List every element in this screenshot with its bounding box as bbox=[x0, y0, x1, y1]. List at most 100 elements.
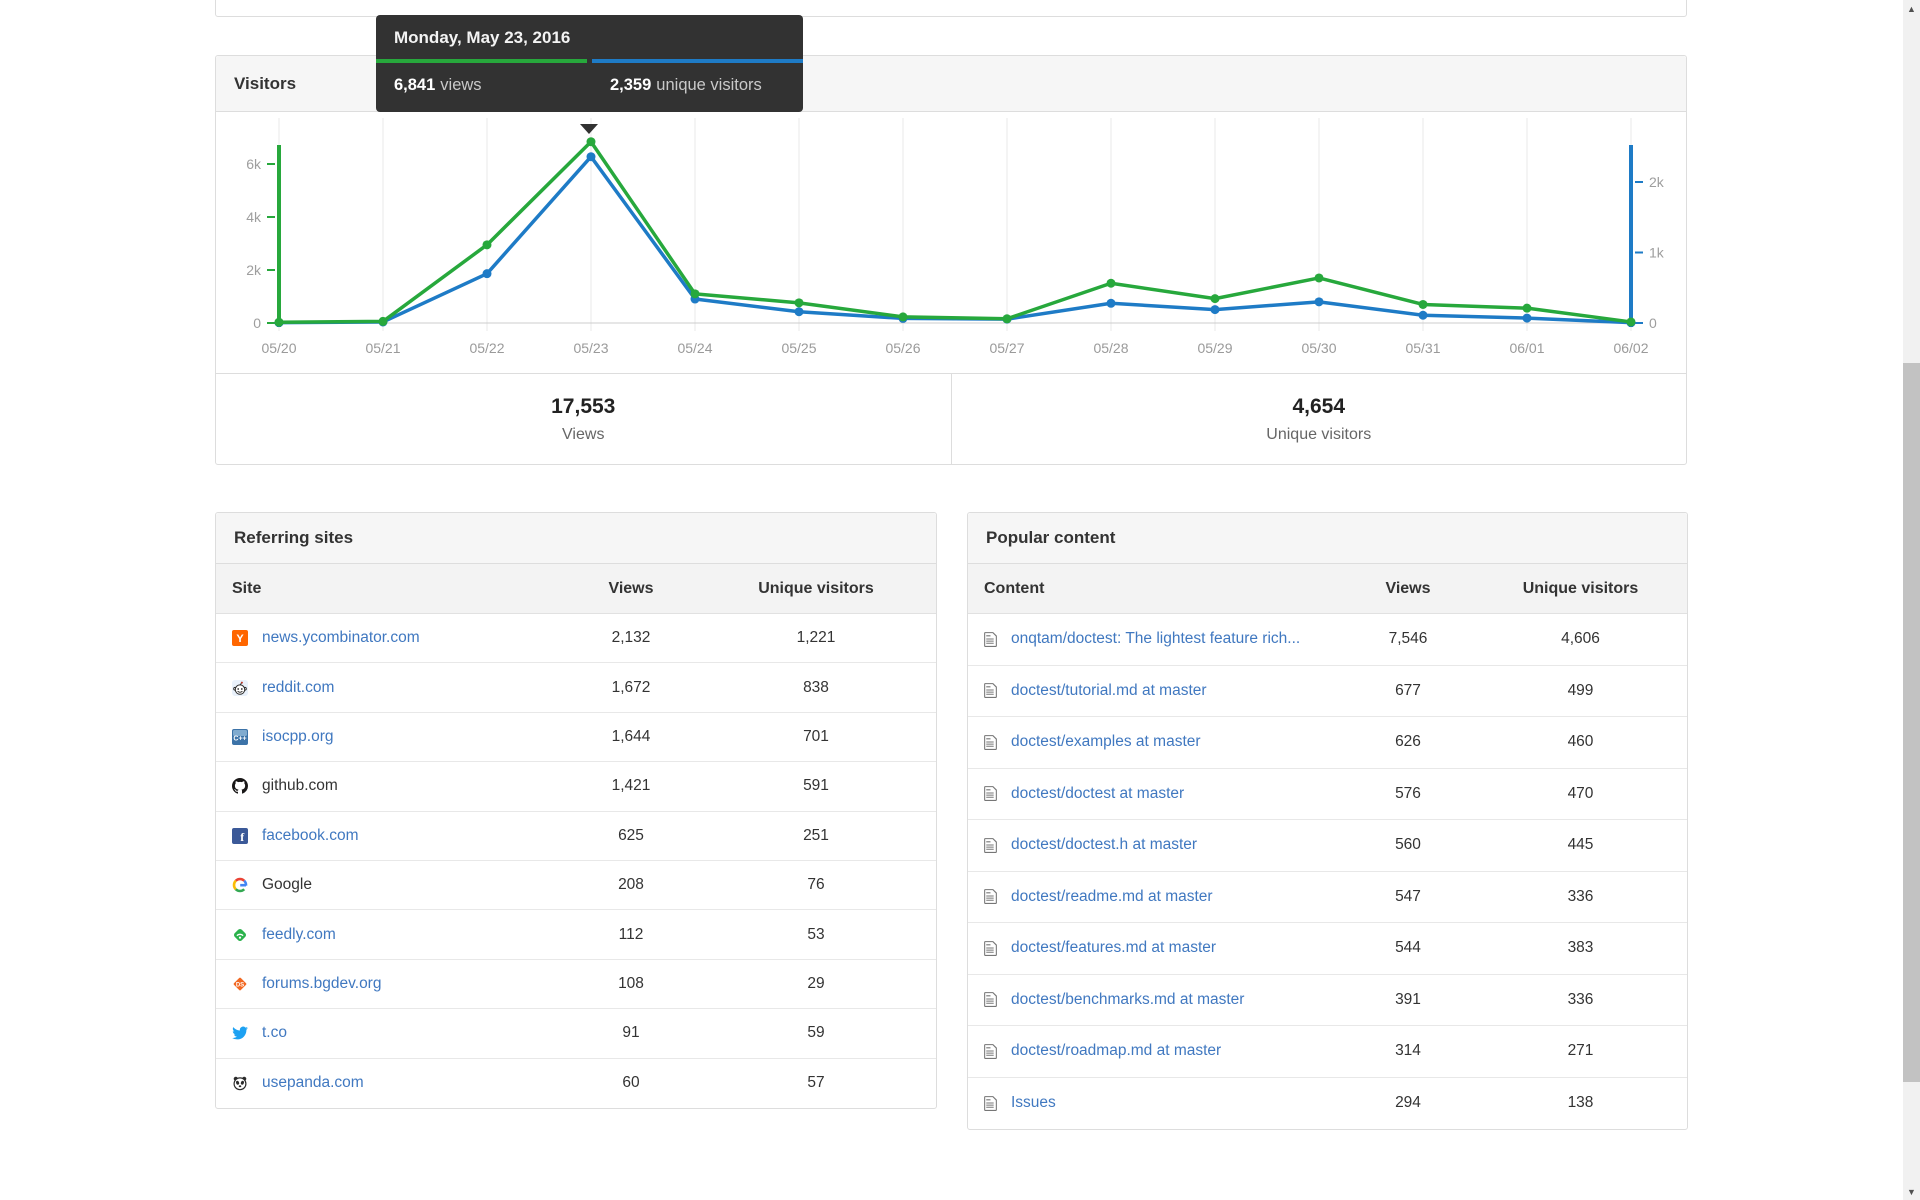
column-header-views: Views bbox=[1385, 579, 1431, 597]
referring-site-link[interactable]: facebook.com bbox=[262, 827, 359, 845]
referring-site-cell: Ynews.ycombinator.com bbox=[216, 629, 556, 647]
unique-visitors-series bbox=[274, 152, 1636, 328]
svg-text:06/02: 06/02 bbox=[1613, 340, 1648, 356]
popular-content-panel: Popular content Content Views Unique vis… bbox=[967, 512, 1688, 1130]
referring-site-cell: Google bbox=[216, 876, 556, 894]
svg-text:0: 0 bbox=[1649, 315, 1657, 331]
visitors-chart[interactable]: 0 2k 4k 6k 0 1k 2k 05/20 05/21 05/22 05/23 05/24 05/… bbox=[216, 113, 1686, 376]
referring-site-link[interactable]: usepanda.com bbox=[262, 1074, 364, 1092]
tooltip-date: Monday, May 23, 2016 bbox=[394, 28, 571, 47]
views-point[interactable] bbox=[586, 137, 596, 147]
popular-content-cell: doctest/roadmap.md at master bbox=[968, 1042, 1338, 1060]
referring-views-value: 1,644 bbox=[611, 727, 651, 745]
views-point[interactable] bbox=[1418, 299, 1428, 309]
views-point[interactable] bbox=[1522, 303, 1532, 313]
tooltip-caret-icon bbox=[580, 124, 598, 134]
referring-site-name: github.com bbox=[262, 777, 338, 795]
popular-content-cell: doctest/readme.md at master bbox=[968, 888, 1338, 906]
views-point[interactable] bbox=[378, 316, 388, 326]
file-icon bbox=[984, 940, 997, 957]
tooltip-stats: 6,841 views 2,359 unique visitors bbox=[376, 59, 803, 112]
unique-visitors-point[interactable] bbox=[1314, 297, 1324, 307]
views-point[interactable] bbox=[274, 317, 284, 327]
hackernews-favicon: Y bbox=[232, 630, 248, 647]
referring-site-cell: reddit.com bbox=[216, 679, 556, 697]
views-point[interactable] bbox=[1626, 317, 1636, 327]
referring-sites-title: Referring sites bbox=[234, 528, 354, 547]
svg-text:6k: 6k bbox=[246, 156, 262, 172]
vertical-scrollbar[interactable]: ▲ ▼ bbox=[1903, 0, 1920, 1200]
referring-site-link[interactable]: feedly.com bbox=[262, 926, 336, 944]
tooltip-unique: 2,359 unique visitors bbox=[592, 59, 803, 112]
referring-unique-value: 76 bbox=[807, 876, 825, 894]
referring-sites-header-row: Site Views Unique visitors bbox=[216, 564, 936, 614]
popular-content-link[interactable]: doctest/readme.md at master bbox=[1011, 888, 1213, 906]
scroll-down-button[interactable]: ▼ bbox=[1903, 1183, 1920, 1200]
referring-unique-value: 57 bbox=[807, 1074, 825, 1092]
views-point[interactable] bbox=[1002, 314, 1012, 324]
svg-text:2k: 2k bbox=[1649, 174, 1665, 190]
popular-content-row: doctest/doctest.h at master 560 445 bbox=[968, 820, 1687, 872]
referring-site-row: Google 208 76 bbox=[216, 861, 936, 911]
svg-text:DS: DS bbox=[236, 982, 244, 988]
referring-site-row: usepanda.com 60 57 bbox=[216, 1059, 936, 1108]
file-icon bbox=[984, 837, 997, 854]
referring-views-value: 60 bbox=[622, 1074, 640, 1092]
popular-unique-value: 138 bbox=[1567, 1094, 1594, 1112]
column-header-content: Content bbox=[984, 579, 1045, 597]
column-header-unique-visitors: Unique visitors bbox=[1522, 579, 1639, 597]
unique-visitors-point[interactable] bbox=[1106, 298, 1116, 308]
popular-views-value: 7,546 bbox=[1388, 630, 1428, 648]
popular-views-value: 677 bbox=[1395, 681, 1421, 699]
popular-views-value: 391 bbox=[1395, 990, 1421, 1008]
views-point[interactable] bbox=[690, 289, 700, 299]
referring-site-link[interactable]: isocpp.org bbox=[262, 728, 334, 746]
unique-visitors-point[interactable] bbox=[1418, 310, 1428, 320]
views-point[interactable] bbox=[898, 312, 908, 322]
popular-content-row: doctest/benchmarks.md at master 391 336 bbox=[968, 975, 1687, 1026]
referring-site-cell: C++ isocpp.org bbox=[216, 728, 556, 746]
right-axis-unique-visitors: 0 1k 2k bbox=[1629, 145, 1665, 331]
popular-content-row: doctest/features.md at master 544 383 bbox=[968, 923, 1687, 975]
popular-content-link[interactable]: doctest/doctest.h at master bbox=[1011, 836, 1197, 854]
popular-content-row: doctest/tutorial.md at master 677 499 bbox=[968, 666, 1687, 717]
tooltip-unique-value: 2,359 bbox=[610, 76, 652, 94]
popular-content-cell: onqtam/doctest: The lightest feature ric… bbox=[968, 630, 1338, 648]
unique-visitors-point[interactable] bbox=[586, 152, 596, 162]
isocpp-favicon: C++ bbox=[232, 728, 248, 745]
visitors-title: Visitors bbox=[234, 73, 297, 93]
scrollbar-thumb[interactable] bbox=[1903, 363, 1920, 1082]
referring-site-cell: feedly.com bbox=[216, 926, 556, 944]
referring-site-link[interactable]: forums.bgdev.org bbox=[262, 975, 381, 993]
unique-visitors-point[interactable] bbox=[1210, 305, 1220, 315]
views-point[interactable] bbox=[1314, 273, 1324, 283]
popular-content-link[interactable]: onqtam/doctest: The lightest feature ric… bbox=[1011, 630, 1300, 648]
popular-content-link[interactable]: doctest/roadmap.md at master bbox=[1011, 1042, 1221, 1060]
file-icon bbox=[984, 1095, 997, 1112]
popular-content-link[interactable]: doctest/benchmarks.md at master bbox=[1011, 991, 1244, 1009]
popular-content-link[interactable]: doctest/doctest at master bbox=[1011, 785, 1184, 803]
views-point[interactable] bbox=[1106, 278, 1116, 288]
unique-visitors-point[interactable] bbox=[794, 307, 804, 317]
referring-unique-value: 701 bbox=[803, 727, 829, 745]
scroll-up-button[interactable]: ▲ bbox=[1903, 0, 1920, 17]
unique-visitors-point[interactable] bbox=[1522, 313, 1532, 323]
referring-site-link[interactable]: t.co bbox=[262, 1024, 287, 1042]
views-point[interactable] bbox=[1210, 294, 1220, 304]
referring-site-link[interactable]: reddit.com bbox=[262, 679, 334, 697]
views-point[interactable] bbox=[482, 240, 492, 250]
svg-text:Y: Y bbox=[236, 633, 244, 645]
github-favicon bbox=[232, 778, 248, 794]
unique-visitors-point[interactable] bbox=[482, 269, 492, 279]
popular-content-link[interactable]: Issues bbox=[1011, 1094, 1056, 1112]
popular-views-value: 314 bbox=[1395, 1042, 1421, 1060]
svg-text:C++: C++ bbox=[233, 735, 246, 742]
referring-site-link[interactable]: news.ycombinator.com bbox=[262, 629, 420, 647]
popular-unique-value: 383 bbox=[1567, 939, 1594, 957]
x-axis-labels: 05/20 05/21 05/22 05/23 05/24 05/25 05/26 05/27… bbox=[261, 340, 1648, 356]
popular-content-link[interactable]: doctest/examples at master bbox=[1011, 733, 1201, 751]
popular-content-link[interactable]: doctest/tutorial.md at master bbox=[1011, 682, 1207, 700]
referring-unique-value: 59 bbox=[807, 1024, 825, 1042]
views-point[interactable] bbox=[794, 298, 804, 308]
popular-content-link[interactable]: doctest/features.md at master bbox=[1011, 939, 1216, 957]
